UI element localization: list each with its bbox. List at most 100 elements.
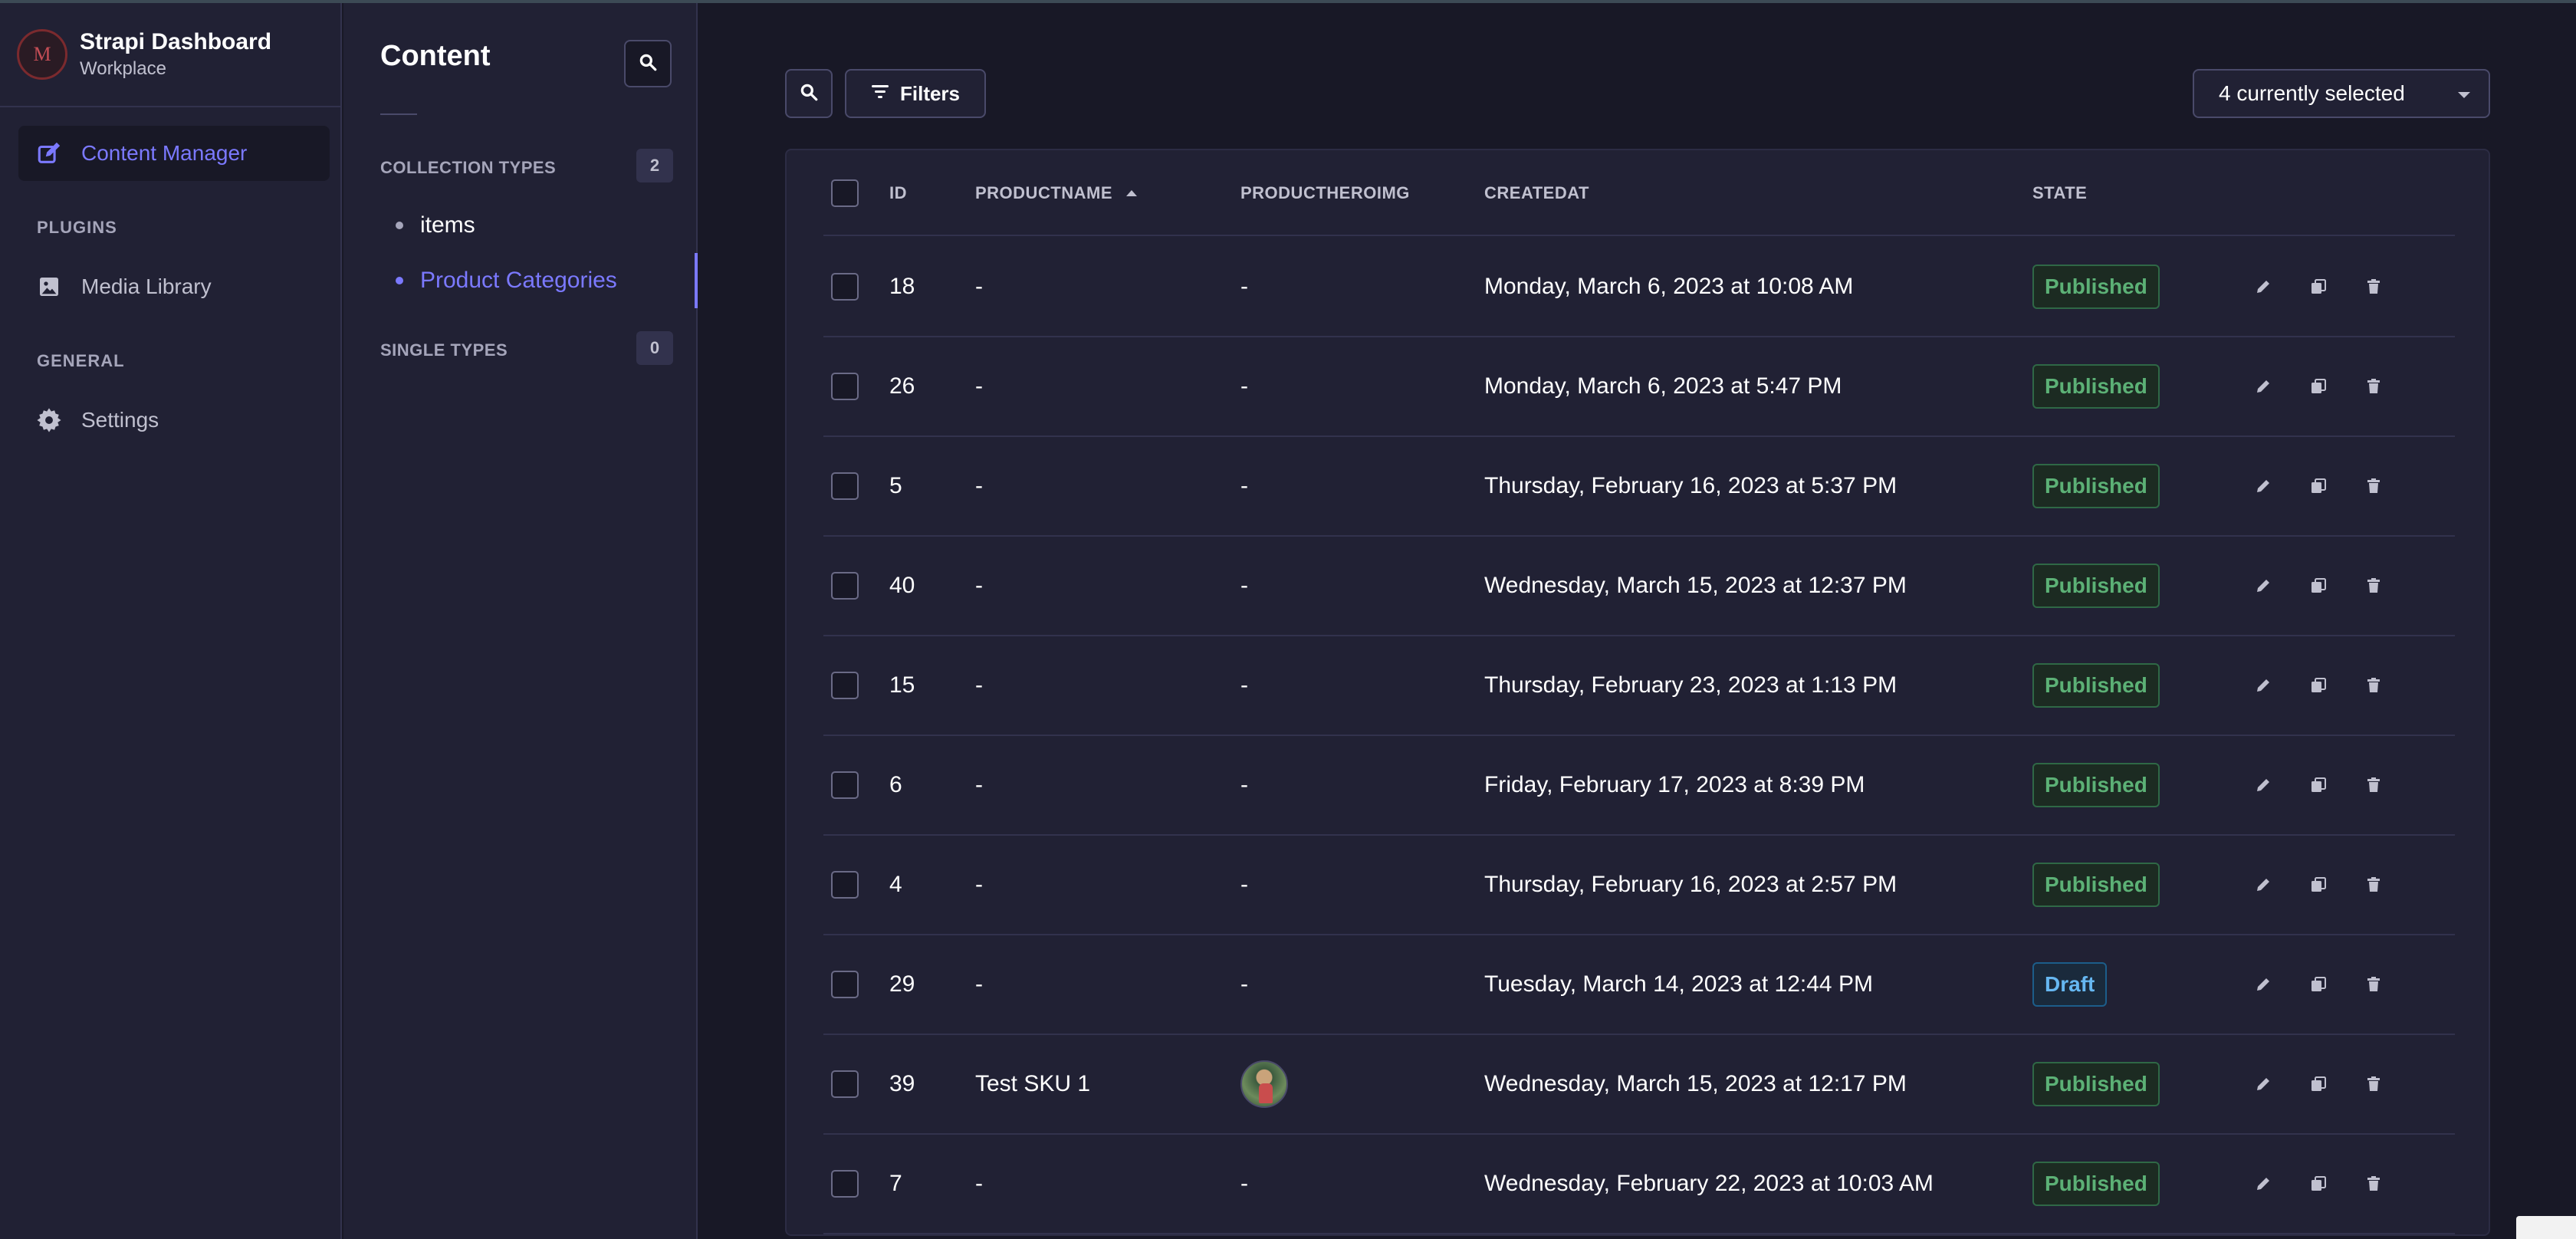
subnav-search-button[interactable]	[624, 40, 672, 87]
nav-item-content-manager[interactable]: Content Manager	[18, 126, 330, 181]
row-checkbox[interactable]	[831, 572, 859, 600]
duplicate-icon[interactable]	[2305, 273, 2332, 301]
trash-icon[interactable]	[2360, 273, 2387, 301]
cell-id: 40	[889, 573, 915, 598]
row-checkbox[interactable]	[831, 771, 859, 799]
nav-item-settings[interactable]: Settings	[18, 393, 330, 448]
table-row[interactable]: 29 - - Tuesday, March 14, 2023 at 12:44 PM D…	[823, 935, 2455, 1035]
table-row[interactable]: 40 - - Wednesday, March 15, 2023 at 12:37 P…	[823, 537, 2455, 636]
table-row[interactable]: 4 - - Thursday, February 16, 2023 at 2:57 P…	[823, 836, 2455, 935]
brand-subtitle: Workplace	[80, 58, 166, 79]
nav-section-plugins: PLUGINS	[37, 218, 117, 237]
duplicate-icon[interactable]	[2305, 871, 2332, 899]
edit-icon[interactable]	[2249, 472, 2277, 500]
row-checkbox[interactable]	[831, 1170, 859, 1198]
cell-productheroimg: -	[1240, 935, 1248, 1034]
trash-icon[interactable]	[2360, 1170, 2387, 1198]
search-icon	[799, 82, 819, 106]
content-subnav: Content COLLECTION TYPES 2 items Product…	[343, 3, 698, 1239]
cell-productname: -	[975, 373, 983, 399]
row-checkbox[interactable]	[831, 373, 859, 400]
edit-icon[interactable]	[2249, 871, 2277, 899]
cell-productheroimg	[1240, 1035, 1288, 1133]
nav-item-label: Media Library	[81, 274, 212, 298]
table-row[interactable]: 18 - - Monday, March 6, 2023 at 10:08 AM Pub…	[823, 238, 2455, 337]
entries-table: ID PRODUCTNAME PRODUCTHEROIMG CREATEDAT …	[785, 149, 2490, 1236]
cell-state: Draft	[2032, 935, 2108, 1034]
columns-select[interactable]: 4 currently selected	[2193, 69, 2490, 118]
collection-types-count-badge: 2	[636, 149, 673, 182]
header-productname-label: PRODUCTNAME	[975, 183, 1113, 202]
status-badge: Published	[2032, 265, 2160, 309]
trash-icon[interactable]	[2360, 373, 2387, 400]
single-types-count-badge: 0	[636, 331, 673, 365]
cell-id: 39	[889, 1071, 915, 1096]
sort-ascending-icon	[1126, 190, 1138, 196]
duplicate-icon[interactable]	[2305, 771, 2332, 799]
row-checkbox[interactable]	[831, 871, 859, 899]
table-search-button[interactable]	[785, 69, 833, 118]
duplicate-icon[interactable]	[2305, 472, 2332, 500]
duplicate-icon[interactable]	[2305, 672, 2332, 699]
cell-id: 7	[889, 1171, 902, 1196]
cell-productheroimg: -	[1240, 836, 1248, 934]
nav-section-general: GENERAL	[37, 351, 125, 370]
cell-id: 4	[889, 872, 902, 897]
cell-productheroimg-text: -	[1240, 274, 1248, 299]
row-checkbox[interactable]	[831, 472, 859, 500]
duplicate-icon[interactable]	[2305, 971, 2332, 998]
header-productname[interactable]: PRODUCTNAME	[975, 150, 1138, 236]
row-checkbox[interactable]	[831, 672, 859, 699]
product-hero-thumbnail[interactable]	[1240, 1060, 1288, 1108]
table-row[interactable]: 39 Test SKU 1 Wednesday, March 15, 2023 at…	[823, 1035, 2455, 1135]
row-actions	[2249, 437, 2415, 535]
edit-icon[interactable]	[2249, 971, 2277, 998]
table-row[interactable]: 7 - - Wednesday, February 22, 2023 at 10:03…	[823, 1135, 2455, 1234]
header-createdat[interactable]: CREATEDAT	[1484, 150, 1589, 236]
duplicate-icon[interactable]	[2305, 1070, 2332, 1098]
header-productheroimg[interactable]: PRODUCTHEROIMG	[1240, 150, 1410, 236]
status-badge: Published	[2032, 564, 2160, 608]
nav-item-media-library[interactable]: Media Library	[18, 259, 330, 314]
edit-icon[interactable]	[2249, 1070, 2277, 1098]
table-row[interactable]: 5 - - Thursday, February 16, 2023 at 5:37 P…	[823, 437, 2455, 537]
row-checkbox[interactable]	[831, 971, 859, 998]
cell-productname: -	[975, 473, 983, 498]
edit-icon[interactable]	[2249, 672, 2277, 699]
subnav-divider	[380, 113, 417, 115]
edit-icon[interactable]	[2249, 1170, 2277, 1198]
select-all-checkbox[interactable]	[831, 179, 859, 207]
table-row[interactable]: 26 - - Monday, March 6, 2023 at 5:47 PM Publ…	[823, 337, 2455, 437]
row-checkbox[interactable]	[831, 1070, 859, 1098]
cell-state: Published	[2032, 238, 2160, 336]
edit-icon[interactable]	[2249, 273, 2277, 301]
table-row[interactable]: 15 - - Thursday, February 23, 2023 at 1:13 …	[823, 636, 2455, 736]
header-id[interactable]: ID	[889, 150, 907, 236]
cell-productname: -	[975, 573, 983, 598]
duplicate-icon[interactable]	[2305, 1170, 2332, 1198]
subnav-item-label: items	[420, 212, 475, 238]
trash-icon[interactable]	[2360, 971, 2387, 998]
subnav-item-product-categories[interactable]: Product Categories	[380, 256, 617, 305]
edit-icon[interactable]	[2249, 572, 2277, 600]
table-row[interactable]: 6 - - Friday, February 17, 2023 at 8:39 PM P…	[823, 736, 2455, 836]
header-state[interactable]: STATE	[2032, 150, 2087, 236]
trash-icon[interactable]	[2360, 871, 2387, 899]
subnav-item-items[interactable]: items	[380, 201, 475, 250]
filters-button[interactable]: Filters	[845, 69, 986, 118]
duplicate-icon[interactable]	[2305, 572, 2332, 600]
edit-icon[interactable]	[2249, 373, 2277, 400]
trash-icon[interactable]	[2360, 771, 2387, 799]
cell-productheroimg: -	[1240, 238, 1248, 336]
nav-item-label: Content Manager	[81, 141, 248, 165]
edit-icon[interactable]	[2249, 771, 2277, 799]
trash-icon[interactable]	[2360, 472, 2387, 500]
row-checkbox[interactable]	[831, 273, 859, 301]
trash-icon[interactable]	[2360, 672, 2387, 699]
main-content: Filters 4 currently selected ID PRODUCTN…	[699, 3, 2576, 1239]
duplicate-icon[interactable]	[2305, 373, 2332, 400]
caret-down-icon	[2458, 92, 2470, 98]
row-actions	[2249, 636, 2415, 735]
trash-icon[interactable]	[2360, 572, 2387, 600]
trash-icon[interactable]	[2360, 1070, 2387, 1098]
